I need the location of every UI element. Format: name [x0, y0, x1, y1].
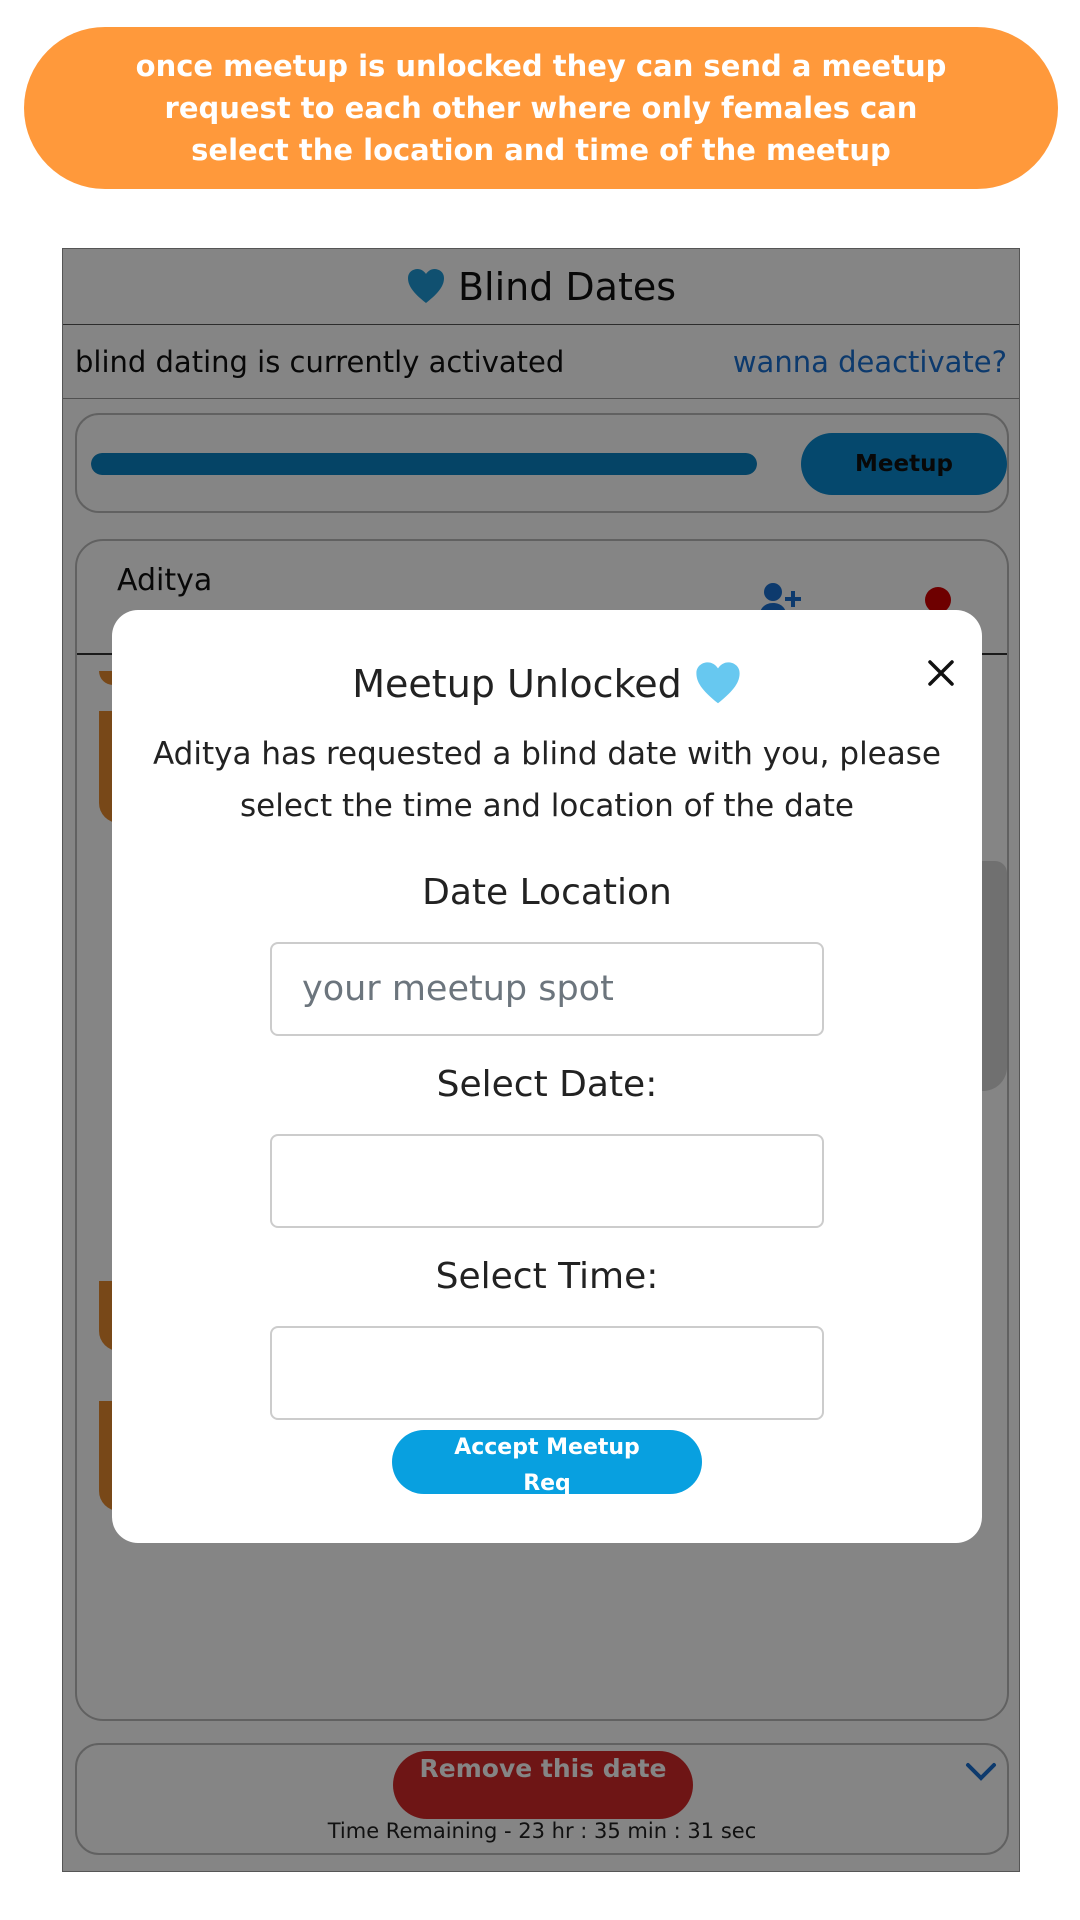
- meetup-modal: Meetup Unlocked Aditya has requested a b…: [112, 610, 982, 1543]
- location-label: Date Location: [422, 872, 672, 913]
- location-input[interactable]: [270, 942, 824, 1036]
- annotation-text: once meetup is unlocked they can send a …: [135, 49, 947, 167]
- modal-message: Aditya has requested a blind date with y…: [153, 736, 941, 824]
- page: once meetup is unlocked they can send a …: [0, 0, 1080, 1920]
- close-icon[interactable]: [926, 658, 956, 688]
- light-blue-heart-icon: [696, 662, 740, 704]
- date-input[interactable]: [270, 1134, 824, 1228]
- modal-title-row: Meetup Unlocked: [112, 660, 982, 708]
- annotation-banner: once meetup is unlocked they can send a …: [24, 27, 1058, 189]
- accept-meetup-button[interactable]: Accept Meetup Req: [392, 1430, 702, 1496]
- date-label: Select Date:: [436, 1064, 658, 1105]
- time-label: Select Time:: [435, 1256, 659, 1297]
- time-input[interactable]: [270, 1326, 824, 1420]
- modal-title: Meetup Unlocked: [352, 662, 682, 706]
